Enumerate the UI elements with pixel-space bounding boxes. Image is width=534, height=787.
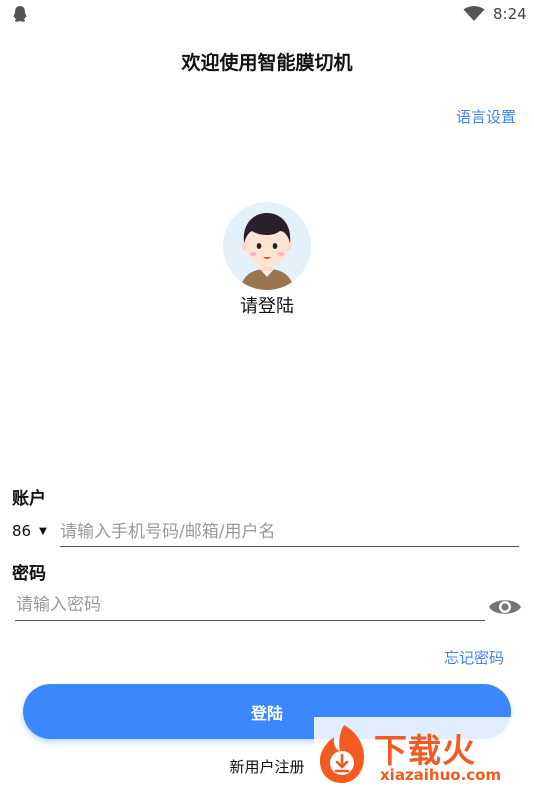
password-underline: [15, 620, 485, 621]
caret-down-icon: ▼: [39, 525, 47, 537]
language-settings-link[interactable]: 语言设置: [456, 106, 516, 127]
account-underline: [60, 546, 519, 547]
avatar[interactable]: [222, 201, 312, 291]
country-code-value: 86: [12, 522, 32, 540]
status-time: 8:24: [493, 5, 527, 23]
watermark-brand: 下载火: [374, 731, 476, 770]
wifi-icon: [463, 6, 485, 21]
page-title: 欢迎使用智能膜切机: [181, 52, 353, 74]
account-input[interactable]: [60, 517, 515, 547]
eye-icon[interactable]: [488, 596, 522, 618]
password-input[interactable]: [16, 590, 481, 620]
account-label: 账户: [12, 489, 46, 509]
login-screen: 8:24 欢迎使用智能膜切机 语言设置 请登陆 账户 86 ▼ 请输入手机号码/…: [0, 0, 534, 787]
login-prompt: 请登陆: [240, 296, 294, 317]
password-label: 密码: [12, 564, 46, 584]
watermark-domain: xiazaihuo.com: [380, 766, 502, 784]
status-bar: 8:24: [0, 0, 534, 30]
qq-icon: [13, 6, 27, 22]
country-code-select[interactable]: 86 ▼: [12, 522, 47, 540]
forgot-password-link[interactable]: 忘记密码: [444, 647, 504, 668]
